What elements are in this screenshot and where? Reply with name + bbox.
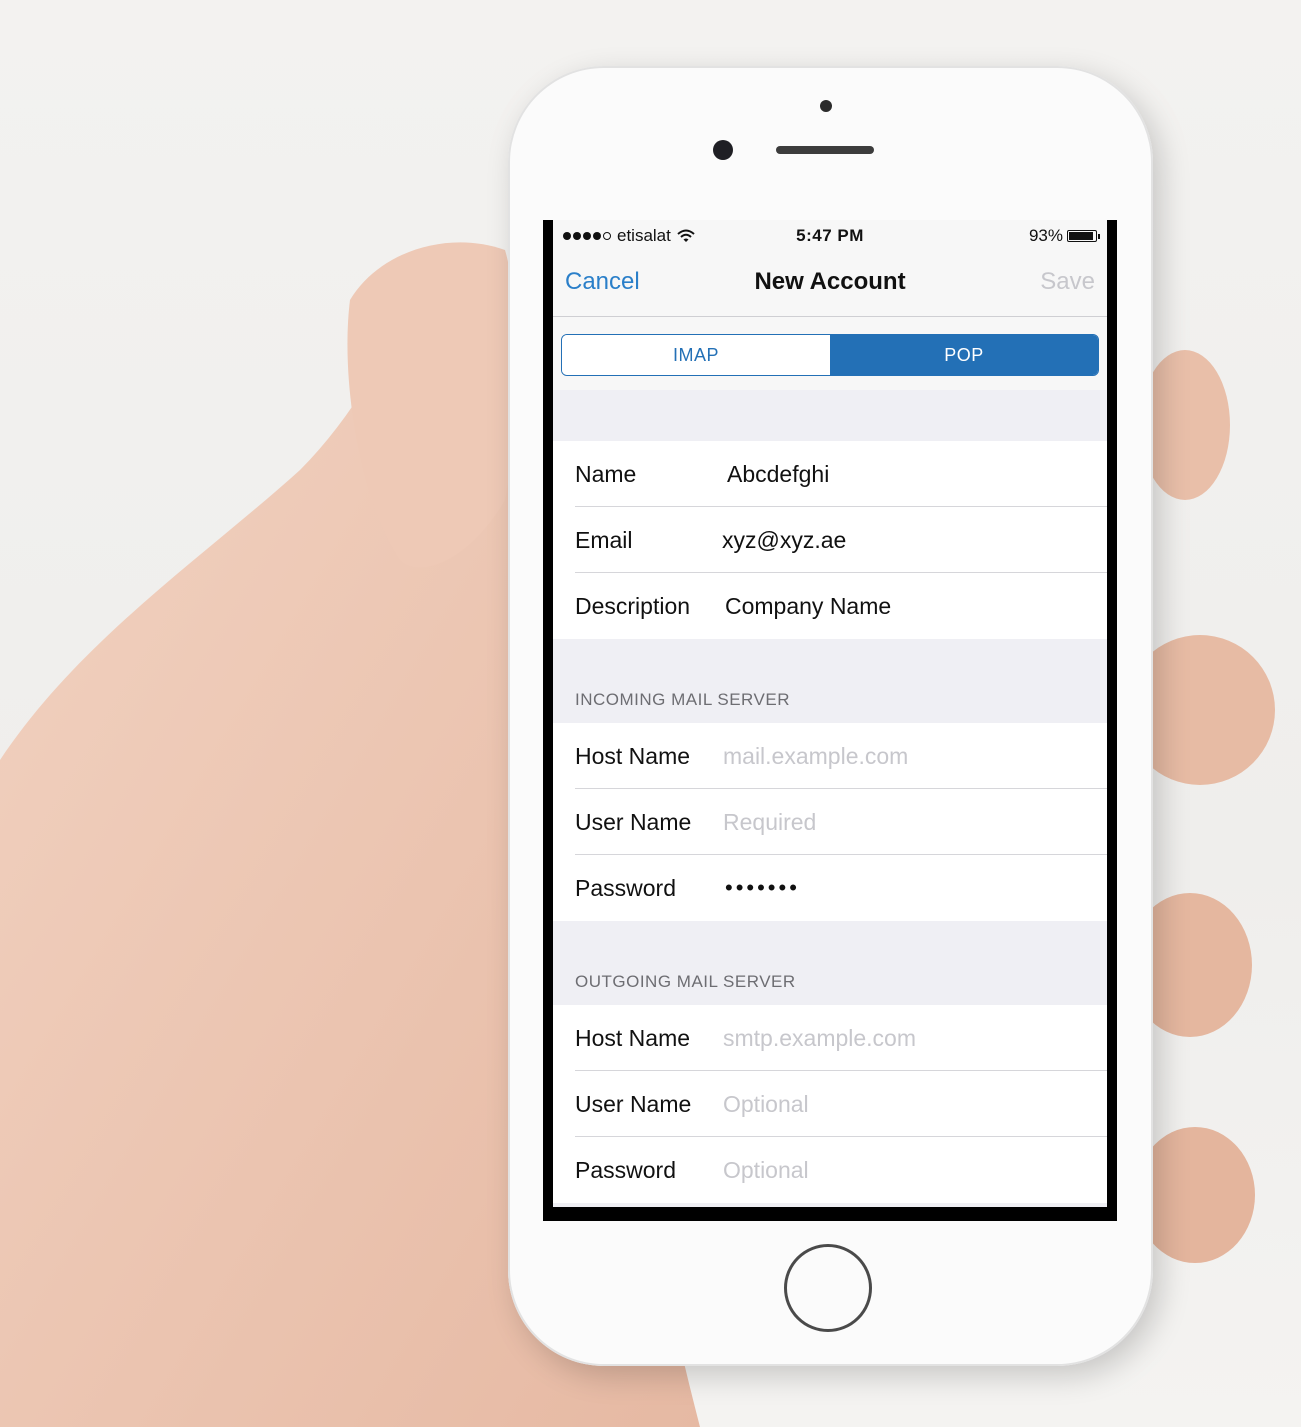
phone-screen: etisalat 5:47 PM 93% Cancel New Account … — [543, 220, 1117, 1221]
outgoing-host-row[interactable]: Host Name smtp.example.com — [553, 1005, 1107, 1071]
incoming-host-row[interactable]: Host Name mail.example.com — [553, 723, 1107, 789]
email-row[interactable]: Email xyz@xyz.ae — [553, 507, 1107, 573]
screen-content: etisalat 5:47 PM 93% Cancel New Account … — [553, 220, 1107, 1207]
outgoing-user-row[interactable]: User Name Optional — [553, 1071, 1107, 1137]
name-label: Name — [575, 461, 637, 487]
email-label: Email — [575, 527, 633, 553]
incoming-password-row[interactable]: Password ••••••• — [553, 855, 1107, 921]
battery-icon — [1067, 230, 1100, 242]
incoming-section-header: INCOMING MAIL SERVER — [575, 690, 790, 709]
description-field[interactable]: Company Name — [725, 593, 891, 620]
battery-percent: 93% — [1028, 226, 1063, 245]
outgoing-server-section: Host Name smtp.example.com User Name Opt… — [553, 1005, 1107, 1203]
outgoing-host-label: Host Name — [575, 1025, 691, 1051]
incoming-password-label: Password — [575, 875, 676, 901]
outgoing-password-row[interactable]: Password Optional — [553, 1137, 1107, 1203]
save-button[interactable]: Save — [1040, 268, 1095, 296]
page-title: New Account — [754, 268, 906, 295]
name-field[interactable]: Abcdefghi — [727, 461, 829, 488]
outgoing-user-field[interactable]: Optional — [723, 1091, 809, 1118]
status-right: 93% — [1028, 226, 1100, 246]
incoming-user-label: User Name — [575, 809, 692, 835]
home-button[interactable] — [784, 1244, 872, 1332]
email-field[interactable]: xyz@xyz.ae — [722, 527, 846, 554]
outgoing-section-header: OUTGOING MAIL SERVER — [575, 972, 796, 991]
name-row[interactable]: Name Abcdefghi — [553, 441, 1107, 507]
segment-pop[interactable]: POP — [830, 335, 1098, 375]
earpiece — [776, 146, 874, 154]
front-camera — [713, 140, 733, 160]
outgoing-password-field[interactable]: Optional — [723, 1157, 809, 1184]
description-label: Description — [575, 593, 691, 619]
navigation-bar: Cancel New Account Save — [553, 252, 1107, 317]
incoming-password-field[interactable]: ••••••• — [725, 875, 800, 901]
incoming-server-section: Host Name mail.example.com User Name Req… — [553, 723, 1107, 921]
protocol-segmented-control: IMAP POP — [561, 334, 1099, 376]
proximity-sensor — [820, 100, 832, 112]
outgoing-user-label: User Name — [575, 1091, 692, 1117]
incoming-user-field[interactable]: Required — [723, 809, 816, 836]
incoming-host-label: Host Name — [575, 743, 691, 769]
incoming-user-row[interactable]: User Name Required — [553, 789, 1107, 855]
outgoing-password-label: Password — [575, 1157, 676, 1183]
status-time: 5:47 PM — [796, 226, 864, 245]
description-row[interactable]: Description Company Name — [553, 573, 1107, 639]
incoming-host-field[interactable]: mail.example.com — [723, 743, 908, 770]
segment-imap[interactable]: IMAP — [562, 335, 830, 375]
status-bar: etisalat 5:47 PM 93% — [553, 220, 1107, 252]
outgoing-host-field[interactable]: smtp.example.com — [723, 1025, 916, 1052]
protocol-segment-bar: IMAP POP — [553, 317, 1107, 390]
account-section: Name Abcdefghi Email xyz@xyz.ae Descript… — [553, 441, 1107, 639]
